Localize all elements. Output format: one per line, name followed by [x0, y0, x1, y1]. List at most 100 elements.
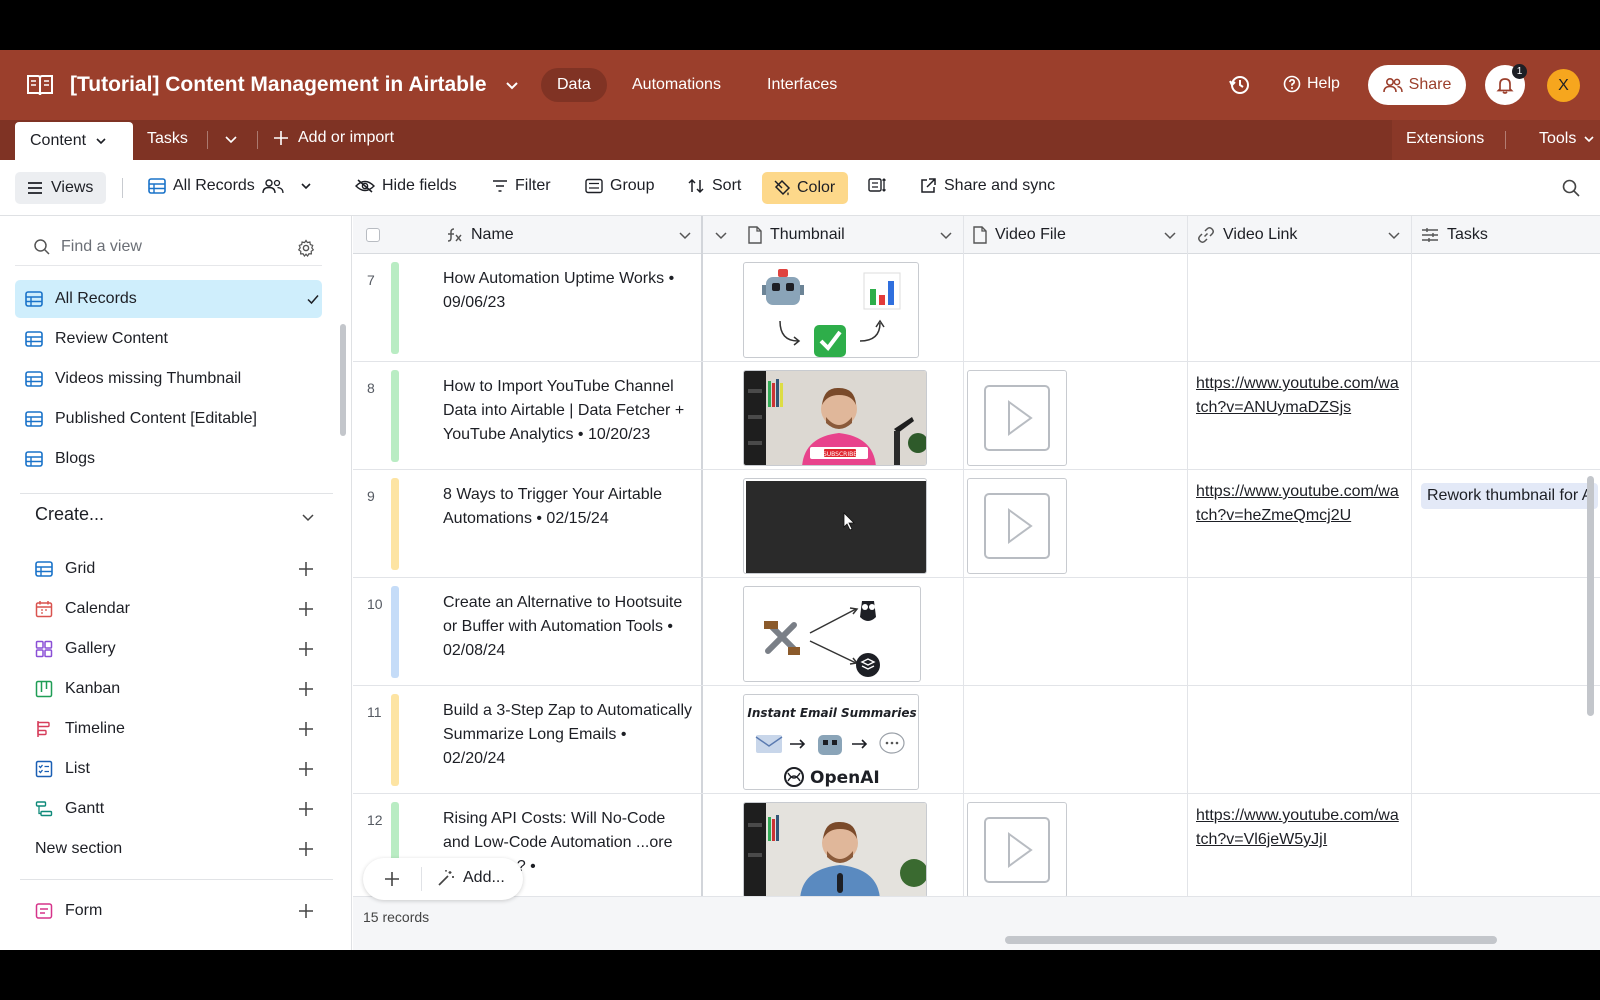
chevron-down-icon[interactable]: [713, 227, 729, 243]
thumbnail-attachment[interactable]: SUBSCRIBE: [743, 370, 927, 466]
table-row[interactable]: 11 Build a 3-Step Zap to Automatically S…: [353, 686, 1600, 794]
views-button[interactable]: Views: [15, 172, 106, 204]
sort-button[interactable]: Sort: [687, 177, 741, 195]
view-toolbar: Views All Records Hide fields Filter Gro…: [0, 160, 1600, 216]
table-row[interactable]: 12 Rising API Costs: Will No-Code and Lo…: [353, 794, 1600, 902]
record-name[interactable]: Build a 3-Step Zap to Automatically Summ…: [443, 699, 693, 771]
base-title[interactable]: [Tutorial] Content Management in Airtabl…: [70, 73, 487, 97]
video-file-attachment[interactable]: [967, 478, 1067, 574]
share-button[interactable]: Share: [1368, 65, 1466, 105]
video-link[interactable]: https://www.youtube.com/watch?v=Vl6jeW5y…: [1196, 804, 1401, 852]
new-section[interactable]: New section: [35, 834, 325, 864]
plus-icon[interactable]: [297, 800, 315, 818]
search-icon[interactable]: [1561, 178, 1581, 198]
video-file-attachment[interactable]: [967, 802, 1067, 898]
add-record-button[interactable]: Add...: [363, 858, 523, 900]
chevron-down-icon[interactable]: [503, 76, 521, 94]
chevron-down-icon[interactable]: [1162, 227, 1178, 243]
nav-automations[interactable]: Automations: [616, 68, 737, 102]
sidebar-view-videos-missing-thumbnail[interactable]: Videos missing Thumbnail: [15, 360, 322, 398]
tools-button[interactable]: Tools: [1539, 130, 1596, 148]
create-calendar[interactable]: Calendar: [35, 594, 325, 624]
video-file-attachment[interactable]: [967, 370, 1067, 466]
video-link[interactable]: https://www.youtube.com/watch?v=ANUymaDZ…: [1196, 372, 1401, 420]
help-button[interactable]: Help: [1283, 75, 1340, 93]
grid-icon: [25, 291, 43, 307]
column-header-tasks[interactable]: Tasks: [1421, 216, 1488, 254]
record-name[interactable]: How Automation Uptime Works • 09/06/23: [443, 267, 693, 315]
plus-icon[interactable]: [297, 640, 315, 658]
column-header-video-link[interactable]: Video Link: [1197, 216, 1297, 254]
table-row[interactable]: 9 8 Ways to Trigger Your Airtable Automa…: [353, 470, 1600, 578]
create-kanban[interactable]: Kanban: [35, 674, 325, 704]
notification-badge: 1: [1512, 64, 1527, 79]
record-name[interactable]: How to Import YouTube Channel Data into …: [443, 375, 693, 447]
current-view-selector[interactable]: All Records: [148, 177, 313, 195]
hide-fields-button[interactable]: Hide fields: [355, 177, 457, 195]
record-name[interactable]: Create an Alternative to Hootsuite or Bu…: [443, 591, 693, 663]
table-row[interactable]: 7 How Automation Uptime Works • 09/06/23: [353, 254, 1600, 362]
share-and-sync-button[interactable]: Share and sync: [919, 177, 1055, 195]
form-icon: [35, 902, 53, 920]
plus-icon[interactable]: [297, 720, 315, 738]
chevron-down-icon[interactable]: [300, 509, 316, 525]
thumbnail-attachment[interactable]: Instant Email Summaries OpenAI: [743, 694, 919, 790]
chevron-down-icon[interactable]: [1386, 227, 1402, 243]
grid-icon: [25, 331, 43, 347]
sidebar-view-all-records[interactable]: All Records: [15, 280, 322, 318]
chevron-down-icon[interactable]: [677, 227, 693, 243]
color-button[interactable]: Color: [762, 172, 848, 204]
plus-icon[interactable]: [297, 760, 315, 778]
plus-icon[interactable]: [297, 902, 315, 920]
vertical-scrollbar[interactable]: [1587, 476, 1594, 716]
add-or-import-button[interactable]: Add or import: [273, 129, 394, 147]
filter-button[interactable]: Filter: [492, 177, 551, 195]
create-form[interactable]: Form: [35, 896, 325, 926]
thumbnail-attachment[interactable]: [743, 802, 927, 898]
tab-content[interactable]: Content: [15, 122, 133, 160]
extensions-button[interactable]: Extensions: [1406, 130, 1484, 148]
record-name[interactable]: 8 Ways to Trigger Your Airtable Automati…: [443, 483, 693, 531]
table-row[interactable]: 8 How to Import YouTube Channel Data int…: [353, 362, 1600, 470]
video-link[interactable]: https://www.youtube.com/watch?v=heZmeQmc…: [1196, 480, 1401, 528]
plus-icon[interactable]: [297, 680, 315, 698]
plus-icon[interactable]: [383, 870, 401, 888]
create-grid[interactable]: Grid: [35, 554, 325, 584]
column-header-video-file[interactable]: Video File: [973, 216, 1066, 254]
plus-icon[interactable]: [297, 840, 315, 858]
add-with-ai-button[interactable]: Add...: [437, 869, 505, 887]
thumbnail-attachment[interactable]: [743, 586, 921, 682]
column-header-name[interactable]: Name: [445, 216, 514, 254]
group-button[interactable]: Group: [585, 177, 654, 195]
chevron-down-icon[interactable]: [223, 131, 239, 147]
sidebar-scrollbar[interactable]: [340, 324, 346, 436]
thumbnail-attachment[interactable]: [743, 478, 927, 574]
history-icon[interactable]: [1227, 72, 1253, 98]
find-view-input[interactable]: Find a view: [15, 228, 322, 266]
column-header-thumbnail[interactable]: Thumbnail: [748, 216, 845, 254]
thumbnail-attachment[interactable]: [743, 262, 919, 358]
sidebar-view-blogs[interactable]: Blogs: [15, 440, 322, 478]
create-timeline[interactable]: Timeline: [35, 714, 325, 744]
chevron-down-icon[interactable]: [938, 227, 954, 243]
tab-tasks[interactable]: Tasks: [147, 130, 188, 148]
create-list[interactable]: List: [35, 754, 325, 784]
sidebar-view-review-content[interactable]: Review Content: [15, 320, 322, 358]
select-all-checkbox[interactable]: [366, 228, 380, 242]
nav-interfaces[interactable]: Interfaces: [751, 68, 853, 102]
nav-data[interactable]: Data: [541, 68, 607, 102]
plus-icon[interactable]: [297, 600, 315, 618]
avatar[interactable]: X: [1547, 69, 1580, 102]
row-height-icon[interactable]: [868, 177, 888, 193]
chevron-down-icon[interactable]: [94, 134, 108, 148]
create-gantt[interactable]: Gantt: [35, 794, 325, 824]
plus-icon[interactable]: [297, 560, 315, 578]
horizontal-scrollbar[interactable]: [1005, 936, 1497, 944]
table-row[interactable]: 10 Create an Alternative to Hootsuite or…: [353, 578, 1600, 686]
create-gallery[interactable]: Gallery: [35, 634, 325, 664]
sidebar-view-published-content[interactable]: Published Content [Editable]: [15, 400, 322, 438]
create-section-title[interactable]: Create...: [35, 504, 104, 525]
gear-icon[interactable]: [297, 239, 315, 257]
task-linked-record[interactable]: Rework thumbnail for A: [1421, 483, 1599, 509]
book-icon[interactable]: [26, 72, 54, 98]
